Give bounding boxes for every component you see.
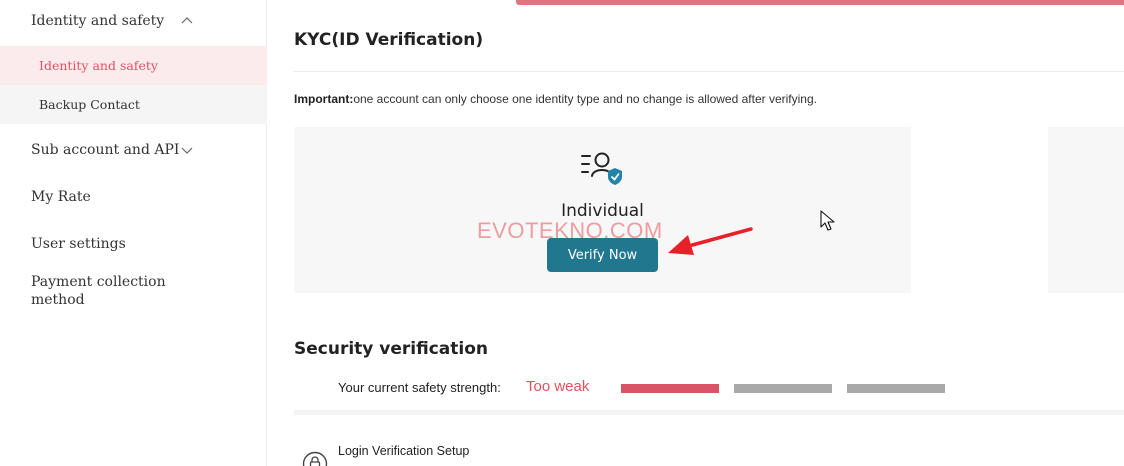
verify-now-button[interactable]: Verify Now — [547, 238, 658, 272]
security-verification-title: Security verification — [294, 339, 488, 359]
chevron-up-icon — [181, 17, 193, 24]
sidebar-group-identity-and-safety[interactable]: Identity and safety — [0, 0, 267, 42]
strength-bar-segment — [621, 384, 719, 393]
mouse-cursor-icon — [820, 210, 835, 231]
strength-bar-segment — [847, 384, 945, 393]
red-arrow-annotation — [668, 227, 753, 255]
kyc-title: KYC(ID Verification) — [294, 30, 484, 50]
important-notice: Important:one account can only choose on… — [294, 92, 817, 106]
sidebar-group-sub-account-and-api[interactable]: Sub account and API — [0, 129, 267, 171]
next-card-partial[interactable] — [1048, 127, 1124, 293]
safety-strength-label: Your current safety strength: — [338, 380, 501, 395]
sidebar-item-user-settings[interactable]: User settings — [31, 235, 231, 253]
sidebar-group-label: Identity and safety — [31, 13, 165, 29]
important-text: one account can only choose one identity… — [353, 92, 817, 106]
top-progress-bar — [516, 0, 1124, 5]
safety-strength-value: Too weak — [526, 378, 590, 395]
main-content: KYC(ID Verification) Important:one accou… — [268, 0, 1124, 466]
sidebar-item-payment-collection-method[interactable]: Payment collection method — [31, 273, 171, 309]
id-verification-icon — [581, 152, 622, 185]
sidebar-item-label: Backup Contact — [39, 97, 140, 112]
important-label: Important: — [294, 92, 354, 106]
sidebar-item-my-rate[interactable]: My Rate — [31, 188, 231, 206]
divider — [294, 71, 1124, 72]
sidebar-item-label: Identity and safety — [39, 58, 158, 73]
card-label-individual: Individual — [561, 201, 644, 221]
chevron-down-icon — [181, 147, 193, 154]
login-verification-setup[interactable]: Login Verification Setup — [338, 444, 469, 458]
sidebar-group-label: Sub account and API — [31, 142, 180, 158]
sidebar-item-backup-contact[interactable]: Backup Contact — [0, 85, 267, 124]
lock-icon — [302, 451, 328, 466]
individual-card[interactable]: Individual Verify Now EVOTEKNO.COM — [294, 127, 911, 293]
strength-bar-segment — [734, 384, 832, 393]
divider — [294, 410, 1124, 415]
sidebar: Identity and safety Identity and safety … — [0, 0, 267, 466]
sidebar-item-identity-and-safety[interactable]: Identity and safety — [0, 46, 267, 85]
